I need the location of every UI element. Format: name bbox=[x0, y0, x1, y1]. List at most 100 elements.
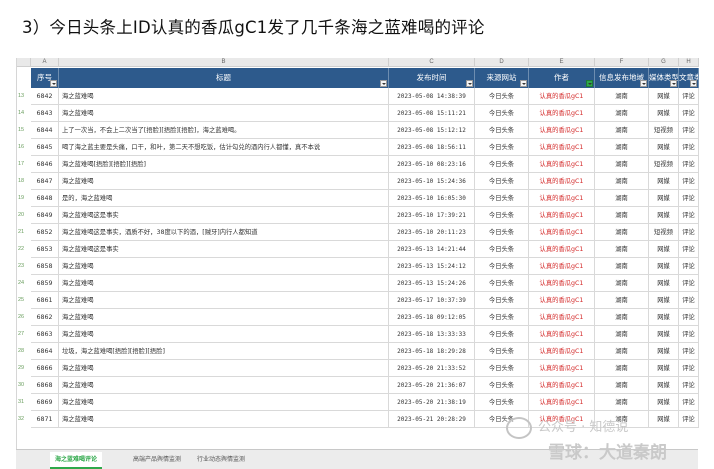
cell-author[interactable]: 认真的香瓜gC1 bbox=[529, 258, 595, 275]
cell-title[interactable]: 是的，海之蓝难喝 bbox=[59, 190, 389, 207]
cell-title[interactable]: 海之蓝难喝 bbox=[59, 105, 389, 122]
cell-kind[interactable]: 评论 bbox=[679, 190, 699, 207]
cell-source[interactable]: 今日头条 bbox=[475, 275, 529, 292]
cell-title[interactable]: 海之蓝难喝 bbox=[59, 377, 389, 394]
cell-region[interactable]: 湖南 bbox=[595, 292, 649, 309]
column-letter-e[interactable]: E bbox=[529, 58, 595, 67]
cell-region[interactable]: 湖南 bbox=[595, 326, 649, 343]
cell-kind[interactable]: 评论 bbox=[679, 139, 699, 156]
row-number[interactable]: 23 bbox=[17, 258, 31, 275]
filter-dropdown-icon[interactable] bbox=[586, 80, 593, 87]
cell-author[interactable]: 认真的香瓜gC1 bbox=[529, 292, 595, 309]
cell-title[interactable]: 海之蓝难喝 bbox=[59, 173, 389, 190]
cell-source[interactable]: 今日头条 bbox=[475, 207, 529, 224]
cell-id[interactable]: 6868 bbox=[31, 377, 59, 394]
cell-time[interactable]: 2023-05-20 21:36:07 bbox=[389, 377, 475, 394]
cell-kind[interactable]: 评论 bbox=[679, 173, 699, 190]
cell-time[interactable]: 2023-05-20 21:33:52 bbox=[389, 360, 475, 377]
cell-region[interactable]: 湖南 bbox=[595, 309, 649, 326]
cell-media[interactable]: 网媒 bbox=[649, 105, 679, 122]
cell-time[interactable]: 2023-05-10 17:39:21 bbox=[389, 207, 475, 224]
row-number[interactable]: 17 bbox=[17, 156, 31, 173]
cell-title[interactable]: 喝了海之蓝主要是头痛，口干，和叶，第二天不想吃饭，估计勾兑的酒内行人都懂，真不本… bbox=[59, 139, 389, 156]
cell-region[interactable]: 湖南 bbox=[595, 360, 649, 377]
row-number[interactable]: 22 bbox=[17, 241, 31, 258]
cell-title[interactable]: 海之蓝难喝这是事实 bbox=[59, 207, 389, 224]
column-letter-b[interactable]: B bbox=[59, 58, 389, 67]
cell-media[interactable]: 网媒 bbox=[649, 173, 679, 190]
row-number[interactable]: 21 bbox=[17, 224, 31, 241]
cell-time[interactable]: 2023-05-10 20:11:23 bbox=[389, 224, 475, 241]
row-number[interactable]: 32 bbox=[17, 411, 31, 428]
cell-id[interactable]: 6864 bbox=[31, 343, 59, 360]
cell-author[interactable]: 认真的香瓜gC1 bbox=[529, 326, 595, 343]
cell-region[interactable]: 湖南 bbox=[595, 156, 649, 173]
cell-author[interactable]: 认真的香瓜gC1 bbox=[529, 105, 595, 122]
row-number[interactable]: 24 bbox=[17, 275, 31, 292]
cell-region[interactable]: 湖南 bbox=[595, 377, 649, 394]
cell-kind[interactable]: 评论 bbox=[679, 241, 699, 258]
cell-region[interactable]: 湖南 bbox=[595, 122, 649, 139]
cell-id[interactable]: 6862 bbox=[31, 309, 59, 326]
header-cell-author[interactable]: 作者 bbox=[529, 68, 595, 88]
cell-id[interactable]: 6859 bbox=[31, 275, 59, 292]
cell-title[interactable]: 海之蓝难喝这是事实，酒质不好，38度以下的酒，[贼牙]内行人都知道 bbox=[59, 224, 389, 241]
cell-time[interactable]: 2023-05-13 15:24:26 bbox=[389, 275, 475, 292]
column-letter-f[interactable]: F bbox=[595, 58, 649, 67]
column-letter-d[interactable]: D bbox=[475, 58, 529, 67]
cell-author[interactable]: 认真的香瓜gC1 bbox=[529, 309, 595, 326]
cell-title[interactable]: 海之蓝难喝 bbox=[59, 360, 389, 377]
cell-time[interactable]: 2023-05-10 16:05:30 bbox=[389, 190, 475, 207]
cell-kind[interactable]: 评论 bbox=[679, 326, 699, 343]
cell-source[interactable]: 今日头条 bbox=[475, 258, 529, 275]
cell-media[interactable]: 短视频 bbox=[649, 122, 679, 139]
cell-author[interactable]: 认真的香瓜gC1 bbox=[529, 190, 595, 207]
cell-source[interactable]: 今日头条 bbox=[475, 241, 529, 258]
cell-id[interactable]: 6848 bbox=[31, 190, 59, 207]
cell-source[interactable]: 今日头条 bbox=[475, 190, 529, 207]
cell-kind[interactable]: 评论 bbox=[679, 224, 699, 241]
cell-author[interactable]: 认真的香瓜gC1 bbox=[529, 343, 595, 360]
cell-kind[interactable]: 评论 bbox=[679, 105, 699, 122]
cell-time[interactable]: 2023-05-13 15:24:12 bbox=[389, 258, 475, 275]
cell-kind[interactable]: 评论 bbox=[679, 122, 699, 139]
cell-time[interactable]: 2023-05-13 14:21:44 bbox=[389, 241, 475, 258]
cell-region[interactable]: 湖南 bbox=[595, 88, 649, 105]
cell-title[interactable]: 海之蓝难喝 bbox=[59, 258, 389, 275]
cell-region[interactable]: 湖南 bbox=[595, 394, 649, 411]
filter-dropdown-icon[interactable] bbox=[670, 80, 677, 87]
cell-media[interactable]: 网媒 bbox=[649, 241, 679, 258]
cell-kind[interactable]: 评论 bbox=[679, 360, 699, 377]
cell-id[interactable]: 6858 bbox=[31, 258, 59, 275]
cell-id[interactable]: 6852 bbox=[31, 224, 59, 241]
row-number[interactable]: 14 bbox=[17, 105, 31, 122]
cell-title[interactable]: 海之蓝难喝 bbox=[59, 88, 389, 105]
column-letter-c[interactable]: C bbox=[389, 58, 475, 67]
header-cell-title[interactable]: 标题 bbox=[59, 68, 389, 88]
cell-author[interactable]: 认真的香瓜gC1 bbox=[529, 88, 595, 105]
filter-dropdown-icon[interactable] bbox=[520, 80, 527, 87]
cell-author[interactable]: 认真的香瓜gC1 bbox=[529, 275, 595, 292]
cell-time[interactable]: 2023-05-18 18:29:28 bbox=[389, 343, 475, 360]
cell-time[interactable]: 2023-05-10 08:23:16 bbox=[389, 156, 475, 173]
row-number[interactable]: 13 bbox=[17, 88, 31, 105]
cell-region[interactable]: 湖南 bbox=[595, 139, 649, 156]
cell-id[interactable]: 6842 bbox=[31, 88, 59, 105]
cell-source[interactable]: 今日头条 bbox=[475, 394, 529, 411]
row-number[interactable]: 29 bbox=[17, 360, 31, 377]
sheet-tab-1[interactable]: 海之蓝难喝评论 bbox=[50, 452, 103, 469]
cell-id[interactable]: 6861 bbox=[31, 292, 59, 309]
cell-region[interactable]: 湖南 bbox=[595, 173, 649, 190]
cell-source[interactable]: 今日头条 bbox=[475, 156, 529, 173]
cell-time[interactable]: 2023-05-10 15:24:36 bbox=[389, 173, 475, 190]
header-cell-time[interactable]: 发布时间 bbox=[389, 68, 475, 88]
cell-time[interactable]: 2023-05-21 20:28:29 bbox=[389, 411, 475, 428]
filter-dropdown-icon[interactable] bbox=[466, 80, 473, 87]
column-letter-h[interactable]: H bbox=[679, 58, 699, 67]
cell-id[interactable]: 6847 bbox=[31, 173, 59, 190]
filter-dropdown-icon[interactable] bbox=[690, 80, 697, 87]
cell-region[interactable]: 湖南 bbox=[595, 258, 649, 275]
cell-title[interactable]: 垃圾，海之蓝难喝[捂脸][捂脸][捂脸] bbox=[59, 343, 389, 360]
cell-region[interactable]: 湖南 bbox=[595, 343, 649, 360]
cell-author[interactable]: 认真的香瓜gC1 bbox=[529, 173, 595, 190]
